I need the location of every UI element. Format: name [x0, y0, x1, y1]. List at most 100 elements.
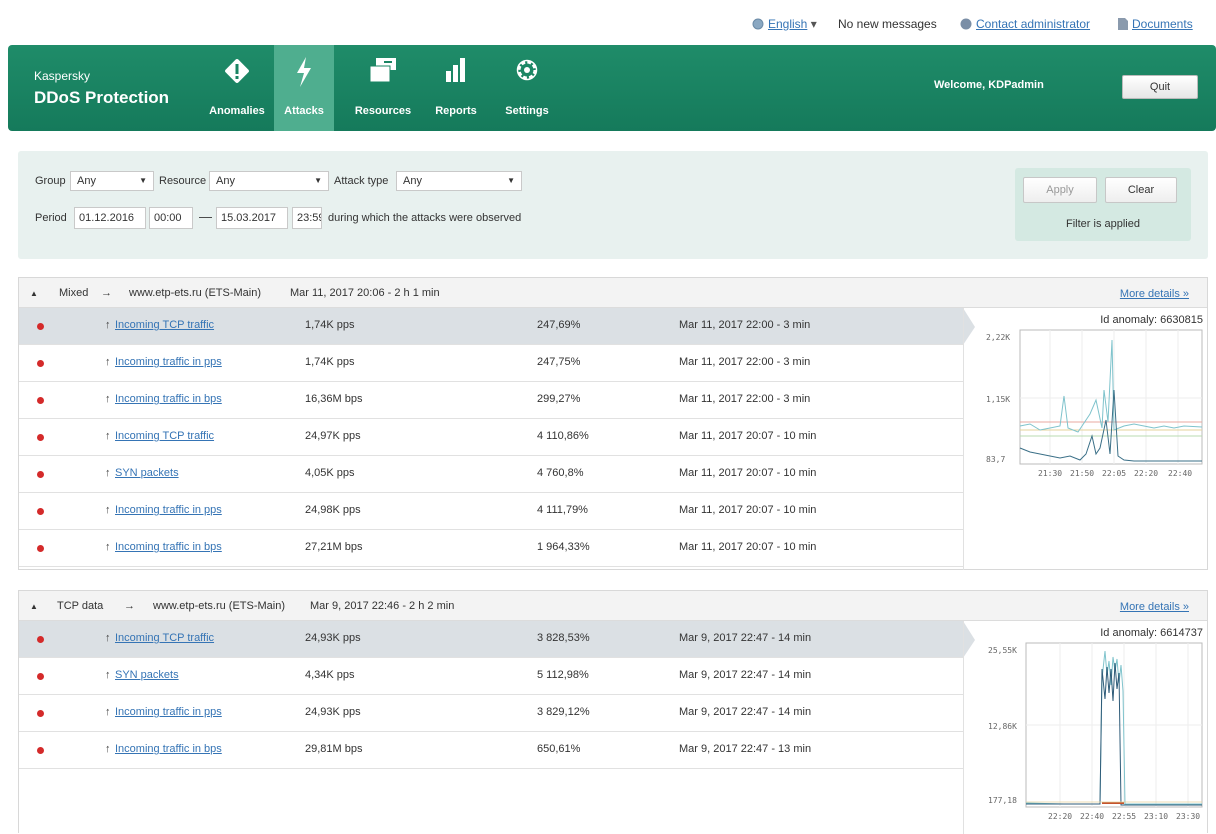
attack-row[interactable]: ↑ Incoming traffic in pps 24,93K pps 3 829,…	[19, 695, 963, 732]
metric-link[interactable]: Incoming TCP traffic	[115, 319, 214, 331]
attack-row[interactable]: ↑ Incoming TCP traffic 24,97K pps 4 110,86%…	[19, 419, 963, 456]
apply-button[interactable]: Apply	[1023, 177, 1097, 203]
messages-status: No new messages	[838, 17, 937, 31]
observed-time: Mar 11, 2017 20:07 - 10 min	[679, 504, 817, 516]
more-details-link[interactable]: More details »	[1120, 601, 1189, 613]
collapse-icon[interactable]: ▲	[30, 289, 38, 298]
excess-percent: 3 829,12%	[537, 706, 590, 718]
metric-link[interactable]: Incoming traffic in bps	[115, 541, 222, 553]
nav-label: Reports	[435, 105, 477, 117]
observed-time: Mar 9, 2017 22:47 - 14 min	[679, 669, 812, 681]
welcome-text: Welcome, KDPadmin	[934, 79, 1044, 91]
metric-link[interactable]: Incoming traffic in pps	[115, 356, 222, 368]
attack-row[interactable]: ↑ Incoming TCP traffic 1,74K pps 247,69% Mar…	[19, 308, 963, 345]
nav-settings[interactable]: Settings	[496, 45, 558, 131]
chevron-down-icon: ▼	[507, 176, 515, 185]
metric-link[interactable]: Incoming traffic in bps	[115, 393, 222, 405]
metric-link[interactable]: Incoming TCP traffic	[115, 632, 214, 644]
status-dot-icon	[37, 397, 44, 404]
attack-row[interactable]: ↑ Incoming traffic in pps 1,74K pps 247,75%…	[19, 345, 963, 382]
anomaly-chart-pane: Id anomaly: 6614737 25,55K 12,86K 177,18…	[963, 621, 1209, 834]
contact-admin-link[interactable]: Contact administrator	[960, 17, 1090, 31]
time-from-input[interactable]: 00:00	[149, 207, 193, 229]
nav-attacks[interactable]: Attacks	[274, 45, 334, 131]
status-dot-icon	[37, 673, 44, 680]
peak-value: 24,93K pps	[305, 632, 361, 644]
peak-value: 24,93K pps	[305, 706, 361, 718]
excess-percent: 247,69%	[537, 319, 581, 331]
attack-group-header[interactable]: ▲ TCP data → www.etp-ets.ru (ETS-Main) M…	[19, 591, 1207, 621]
servers-icon	[369, 58, 396, 83]
attack-row[interactable]: ↑ SYN packets 4,05K pps 4 760,8% Mar 11, 201…	[19, 456, 963, 493]
language-selector[interactable]: English ▾	[752, 17, 817, 31]
excess-percent: 5 112,98%	[537, 669, 589, 681]
chart-x-tick: 21:50	[1070, 469, 1094, 478]
bar-chart-icon	[446, 58, 465, 82]
peak-value: 1,74K pps	[305, 356, 355, 368]
peak-value: 4,34K pps	[305, 669, 355, 681]
chart-y-tick: 25,55K	[988, 646, 1017, 655]
chart-x-tick: 22:40	[1080, 812, 1104, 821]
metric-link[interactable]: Incoming traffic in pps	[115, 504, 222, 516]
metric-link[interactable]: SYN packets	[115, 467, 179, 479]
documents-link[interactable]: Documents	[1118, 17, 1193, 31]
attack-row[interactable]: ↑ Incoming TCP traffic 24,93K pps 3 828,53%…	[19, 621, 963, 658]
arrow-up-icon: ↑	[105, 669, 111, 681]
chart-x-tick: 22:20	[1048, 812, 1072, 821]
metric-link[interactable]: Incoming traffic in bps	[115, 743, 222, 755]
arrow-up-icon: ↑	[105, 430, 111, 442]
period-label: Period	[35, 212, 67, 224]
attack-group: ▲ Mixed → www.etp-ets.ru (ETS-Main) Mar …	[18, 277, 1208, 570]
chevron-down-icon: ▼	[139, 176, 147, 185]
arrow-up-icon: ↑	[105, 356, 111, 368]
nav-resources[interactable]: Resources	[348, 45, 418, 131]
resource-label: Resource	[159, 175, 207, 187]
more-details-link[interactable]: More details »	[1120, 288, 1189, 300]
attack-type: Mixed	[59, 287, 89, 299]
attack-resource: www.etp-ets.ru (ETS-Main)	[153, 600, 286, 612]
nav-label: Anomalies	[209, 105, 265, 117]
period-description: during which the attacks were observed	[328, 212, 522, 224]
brand-vendor: Kaspersky	[34, 69, 91, 83]
status-dot-icon	[37, 360, 44, 367]
clear-button[interactable]: Clear	[1105, 177, 1177, 203]
nav-label: Attacks	[284, 105, 324, 117]
excess-percent: 247,75%	[537, 356, 581, 368]
status-dot-icon	[37, 710, 44, 717]
nav-label: Settings	[505, 105, 549, 117]
arrow-up-icon: ↑	[105, 541, 111, 553]
resource-select[interactable]: Any ▼	[209, 171, 329, 191]
attack-type: TCP data	[57, 600, 104, 612]
chart-y-tick: 83,7	[986, 455, 1005, 464]
observed-time: Mar 9, 2017 22:47 - 14 min	[679, 632, 812, 644]
status-dot-icon	[37, 636, 44, 643]
time-to-input[interactable]: 23:59	[292, 207, 322, 229]
attack-type-select[interactable]: Any ▼	[396, 171, 522, 191]
anomaly-id: Id anomaly: 6630815	[1100, 314, 1203, 326]
metric-link[interactable]: Incoming traffic in pps	[115, 706, 222, 718]
globe-icon	[752, 18, 764, 30]
warning-diamond-icon	[225, 59, 249, 83]
attack-row[interactable]: ↑ Incoming traffic in pps 24,98K pps 4 111,…	[19, 493, 963, 530]
quit-button[interactable]: Quit	[1122, 75, 1198, 99]
date-from-input[interactable]: 01.12.2016	[74, 207, 146, 229]
peak-value: 4,05K pps	[305, 467, 355, 479]
attack-row[interactable]: ↑ Incoming traffic in bps 16,36M bps 299,27…	[19, 382, 963, 419]
date-to-input[interactable]: 15.03.2017	[216, 207, 288, 229]
attack-group-header[interactable]: ▲ Mixed → www.etp-ets.ru (ETS-Main) Mar …	[19, 278, 1207, 308]
chart-x-tick: 22:40	[1168, 469, 1192, 478]
attack-row[interactable]: ↑ Incoming traffic in bps 29,81M bps 650,61…	[19, 732, 963, 769]
nav-reports[interactable]: Reports	[428, 45, 484, 131]
observed-time: Mar 9, 2017 22:47 - 14 min	[679, 706, 812, 718]
chart-x-tick: 23:10	[1144, 812, 1168, 821]
attack-row[interactable]: ↑ Incoming traffic in bps 27,21M bps 1 964,…	[19, 530, 963, 567]
metric-link[interactable]: Incoming TCP traffic	[115, 430, 214, 442]
filter-panel: Group Any ▼ Resource Any ▼ Attack type Any…	[18, 151, 1208, 259]
metric-link[interactable]: SYN packets	[115, 669, 179, 681]
group-select[interactable]: Any ▼	[70, 171, 154, 191]
nav-anomalies[interactable]: Anomalies	[204, 45, 270, 131]
collapse-icon[interactable]: ▲	[30, 602, 38, 611]
observed-time: Mar 11, 2017 20:07 - 10 min	[679, 467, 817, 479]
attack-row[interactable]: ↑ SYN packets 4,34K pps 5 112,98% Mar 9, 201…	[19, 658, 963, 695]
arrow-up-icon: ↑	[105, 706, 111, 718]
